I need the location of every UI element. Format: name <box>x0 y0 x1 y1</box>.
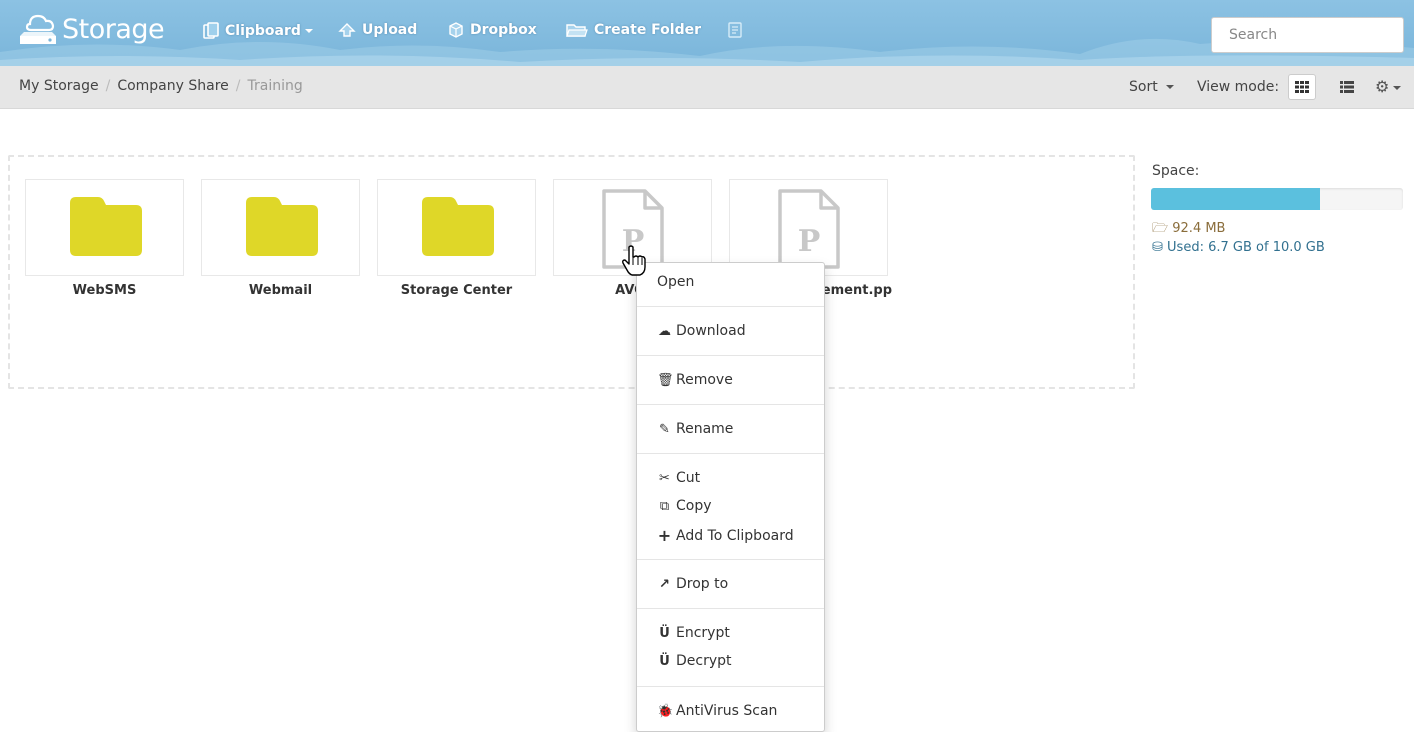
folder-size-text: 92.4 MB <box>1172 221 1226 236</box>
menu-divider <box>637 404 824 405</box>
menu-item-drop-to[interactable]: ↗ Drop to <box>657 576 728 592</box>
gear-icon: ⚙ <box>1375 77 1390 96</box>
menu-item-decrypt[interactable]: Ü Decrypt <box>657 653 732 669</box>
clipboard-icon <box>203 22 219 39</box>
chevron-down-icon <box>304 29 313 33</box>
file-tile[interactable] <box>377 179 536 276</box>
cloud-storage-icon <box>20 14 56 44</box>
magnet-icon: Ü <box>659 653 670 669</box>
top-header: Storage Clipboard Upload Dropbox Create … <box>0 0 1414 66</box>
menu-divider <box>637 559 824 560</box>
menu-item-download[interactable]: ☁ Download <box>657 323 746 339</box>
folder-icon <box>246 197 318 256</box>
breadcrumb-item-company-share[interactable]: Company Share <box>117 78 228 94</box>
space-label: Space: <box>1152 163 1200 179</box>
plus-icon: + <box>657 526 672 545</box>
list-icon <box>1340 81 1354 93</box>
sort-label: Sort <box>1129 79 1158 95</box>
magnet-icon: Ü <box>659 625 670 641</box>
menu-divider <box>637 686 824 687</box>
dropbox-label: Dropbox <box>470 22 537 38</box>
grid-view-button[interactable] <box>1288 74 1316 100</box>
edit-icon: ✎ <box>659 421 670 437</box>
search-input[interactable] <box>1211 17 1404 53</box>
grid-icon <box>1295 81 1309 93</box>
dropbox-button[interactable]: Dropbox <box>448 22 537 38</box>
brand-logo[interactable]: Storage <box>16 10 165 48</box>
menu-item-label: AntiVirus Scan <box>676 703 778 719</box>
file-name[interactable]: WebSMS <box>25 283 184 298</box>
menu-item-open[interactable]: Open <box>657 274 694 290</box>
svg-text:P: P <box>798 224 821 259</box>
menu-item-antivirus-scan[interactable]: 🐞 AntiVirus Scan <box>657 703 777 719</box>
menu-item-label: Download <box>676 323 746 339</box>
notes-icon <box>728 22 742 38</box>
storage-used: ⛁ Used: 6.7 GB of 10.0 GB <box>1152 240 1325 255</box>
settings-dropdown[interactable]: ⚙ <box>1375 77 1402 96</box>
breadcrumb-separator: / <box>105 78 111 94</box>
bug-icon: 🐞 <box>657 703 674 719</box>
file-name[interactable]: Storage Center <box>377 283 536 298</box>
menu-item-rename[interactable]: ✎ Rename <box>657 421 733 437</box>
menu-item-label: Encrypt <box>676 625 730 641</box>
share-icon: ↗ <box>659 576 670 592</box>
menu-divider <box>637 355 824 356</box>
folder-icon <box>422 197 494 256</box>
breadcrumb: My Storage / Company Share / Training <box>19 78 303 94</box>
hand-cursor-icon <box>622 245 646 276</box>
clipboard-label: Clipboard <box>225 23 301 39</box>
powerpoint-file-icon: P <box>778 189 840 269</box>
create-folder-label: Create Folder <box>594 22 702 38</box>
space-progress-bar <box>1151 188 1403 210</box>
context-menu: Open ☁ Download 🗑 Remove ✎ Rename ✂ Cut … <box>636 262 825 732</box>
upload-button[interactable]: Upload <box>338 22 417 38</box>
file-tile[interactable] <box>201 179 360 276</box>
copy-icon: ⧉ <box>659 498 670 514</box>
breadcrumb-bar: My Storage / Company Share / Training Sort V… <box>0 66 1414 109</box>
file-name[interactable]: Webmail <box>201 283 360 298</box>
hdd-icon: ⛁ <box>1152 240 1163 255</box>
menu-item-copy[interactable]: ⧉ Copy <box>657 498 712 514</box>
scissors-icon: ✂ <box>659 470 670 486</box>
list-view-button[interactable] <box>1333 74 1361 100</box>
breadcrumb-separator: / <box>235 78 241 94</box>
clipboard-button[interactable]: Clipboard <box>203 22 313 40</box>
breadcrumb-item-my-storage[interactable]: My Storage <box>19 78 99 94</box>
menu-item-add-to-clipboard[interactable]: + Add To Clipboard <box>657 526 794 545</box>
upload-icon <box>338 23 356 37</box>
menu-item-label: Rename <box>676 421 734 437</box>
folder-open-icon <box>566 24 588 37</box>
menu-divider <box>637 306 824 307</box>
sort-dropdown[interactable]: Sort <box>1129 79 1175 95</box>
chevron-down-icon <box>1166 85 1175 89</box>
menu-item-label: Cut <box>676 470 701 486</box>
folder-open-icon: 🗁 <box>1152 221 1169 236</box>
notes-button[interactable] <box>728 22 748 38</box>
space-progress-fill <box>1151 188 1320 210</box>
menu-divider <box>637 608 824 609</box>
folder-icon <box>70 197 142 256</box>
menu-item-cut[interactable]: ✂ Cut <box>657 470 700 486</box>
menu-item-label: Drop to <box>676 576 729 592</box>
menu-item-label: Remove <box>676 372 733 388</box>
menu-item-label: Add To Clipboard <box>676 527 794 544</box>
menu-item-label: Copy <box>676 498 712 514</box>
menu-item-encrypt[interactable]: Ü Encrypt <box>657 625 730 641</box>
storage-used-text: Used: 6.7 GB of 10.0 GB <box>1167 240 1325 255</box>
menu-item-label: Decrypt <box>676 653 732 669</box>
file-tile[interactable] <box>25 179 184 276</box>
create-folder-button[interactable]: Create Folder <box>566 22 701 38</box>
cloud-download-icon: ☁ <box>658 323 671 339</box>
brand-name: Storage <box>62 13 165 45</box>
trash-icon: 🗑 <box>657 372 674 388</box>
menu-divider <box>637 453 824 454</box>
view-mode-label: View mode: <box>1197 79 1280 95</box>
dropbox-icon <box>449 22 463 38</box>
chevron-down-icon <box>1393 85 1402 90</box>
menu-item-label: Open <box>657 274 695 290</box>
upload-label: Upload <box>362 22 418 38</box>
folder-size: 🗁 92.4 MB <box>1152 219 1225 241</box>
breadcrumb-item-training: Training <box>247 78 303 94</box>
menu-item-remove[interactable]: 🗑 Remove <box>657 372 733 388</box>
